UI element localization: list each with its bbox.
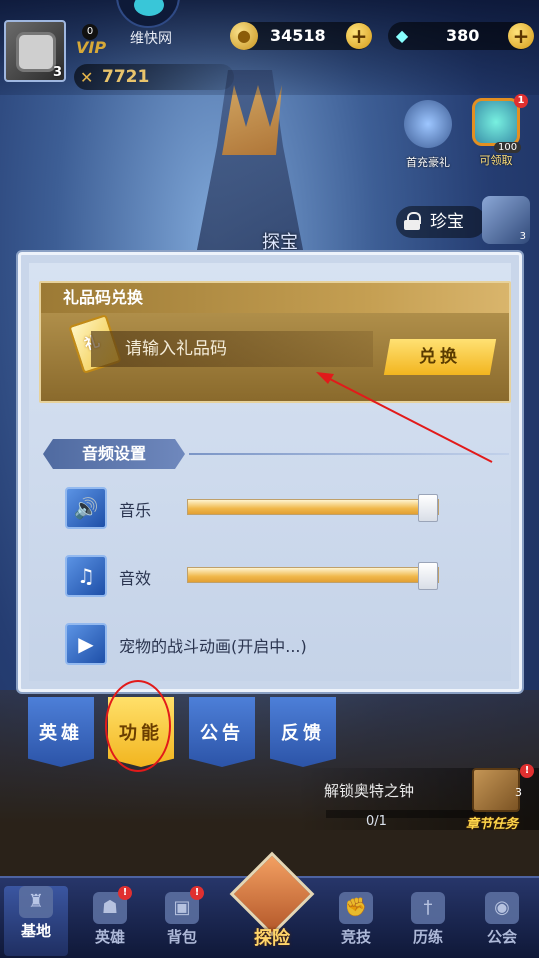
sword-icon: †	[411, 892, 445, 924]
notification-badge: !	[190, 886, 204, 900]
add-gold-button[interactable]: +	[346, 23, 372, 49]
add-gems-button[interactable]: +	[508, 23, 534, 49]
notification-badge: !	[118, 886, 132, 900]
chapter-task[interactable]: 解锁奥特之钟 0/1 3 章节任务 !	[296, 764, 539, 832]
top-bar: 3 0 VIP 维快网 ✕ 7721 ● 34518 + ◆ 380 +	[0, 0, 539, 95]
fist-icon: ✊	[339, 892, 373, 924]
tab-hero[interactable]: 英雄	[28, 697, 94, 767]
gift-code-input[interactable]: 请输入礼品码	[91, 331, 373, 367]
speaker-icon[interactable]: 🔊	[65, 487, 107, 529]
nav-bag-label: 背包	[166, 928, 197, 946]
tab-feedback[interactable]: 反馈	[270, 697, 336, 767]
gift-code-title: 礼品码兑换	[41, 283, 509, 313]
gold-coin-icon: ●	[230, 22, 258, 50]
combat-power: ✕ 7721	[74, 64, 234, 90]
nav-arena[interactable]: ✊ 竞技	[324, 892, 388, 956]
nav-explore-label: 探险	[254, 928, 290, 949]
nav-arena-label: 竞技	[340, 928, 371, 946]
chapter-progress: 0/1	[366, 814, 387, 829]
play-icon[interactable]: ▶	[65, 623, 107, 665]
game-logo	[116, 0, 180, 28]
guild-emblem-icon: ◉	[485, 892, 519, 924]
music-note-icon[interactable]: ♫	[65, 555, 107, 597]
crossed-swords-icon: ✕	[80, 68, 94, 87]
gem-amount: 380	[446, 26, 480, 45]
nav-base[interactable]: ♜ 基地	[4, 886, 68, 956]
treasure-label: 珍宝	[430, 212, 464, 232]
section-divider	[189, 453, 509, 455]
gem-currency: ◆ 380 +	[388, 22, 534, 50]
chapter-task-button[interactable]: 3 章节任务	[466, 768, 528, 832]
redeem-button[interactable]: 兑换	[383, 339, 497, 375]
explore-area-label: 探宝	[262, 232, 298, 253]
first-charge-label: 首充豪礼	[406, 156, 450, 169]
pet-animation-setting: ▶ 宠物的战斗动画(开启中...)	[65, 623, 505, 667]
player-avatar[interactable]: 3	[4, 20, 66, 82]
nav-explore[interactable]: 探险	[222, 851, 322, 958]
music-slider-handle[interactable]	[418, 494, 438, 522]
vip-badge[interactable]: 0 VIP	[74, 24, 107, 57]
nav-training[interactable]: † 历练	[396, 892, 460, 956]
gold-currency: ● 34518 +	[230, 22, 372, 50]
chapter-task-label: 章节任务	[466, 817, 519, 832]
music-setting: 🔊 音乐	[65, 487, 505, 531]
robot-avatar-icon	[16, 32, 56, 72]
combat-power-value: 7721	[102, 67, 150, 87]
player-level: 3	[52, 65, 62, 80]
player-nickname: 维快网	[130, 31, 172, 47]
chapter-task-title: 解锁奥特之钟	[324, 782, 415, 800]
audio-settings-header: 音频设置	[43, 439, 185, 469]
treasure-count: 3	[519, 231, 526, 242]
castle-icon: ♜	[19, 886, 53, 918]
nav-bag[interactable]: ▣ ! 背包	[150, 886, 214, 956]
vip-label: VIP	[76, 38, 107, 57]
sfx-label: 音效	[119, 569, 152, 588]
nav-base-label: 基地	[20, 922, 51, 940]
nav-guild-label: 公会	[486, 928, 517, 946]
settings-dialog: 礼品码兑换 礼 请输入礼品码 兑换 音频设置 🔊 音乐 ♫ 音效 ▶ 宠物的战斗…	[18, 252, 522, 692]
redeem-label: 兑换	[419, 347, 461, 367]
treasure-chest-icon[interactable]: 3	[482, 196, 530, 244]
treasure-button[interactable]: 珍宝	[396, 206, 486, 238]
music-label: 音乐	[119, 501, 152, 520]
tab-notice[interactable]: 公告	[189, 697, 255, 767]
book-icon	[472, 768, 520, 812]
sfx-slider-handle[interactable]	[418, 562, 438, 590]
first-charge-icon	[404, 100, 452, 148]
sfx-setting: ♫ 音效	[65, 555, 505, 599]
first-charge-button[interactable]: 首充豪礼	[398, 100, 458, 170]
nav-training-label: 历练	[412, 928, 443, 946]
nav-guild[interactable]: ◉ 公会	[470, 892, 534, 956]
music-volume-slider[interactable]	[187, 494, 439, 522]
annotation-circle	[105, 680, 171, 772]
gift-code-panel: 礼品码兑换 礼 请输入礼品码 兑换	[39, 281, 511, 403]
nav-hero[interactable]: ☗ ! 英雄	[78, 886, 142, 956]
chapter-progress-bar	[326, 810, 486, 818]
chapter-count: 3	[515, 786, 522, 799]
notification-badge: 1	[514, 94, 528, 108]
gold-amount: 34518	[270, 26, 326, 45]
nav-hero-label: 英雄	[94, 928, 125, 946]
sfx-volume-slider[interactable]	[187, 562, 439, 590]
gem-reward-icon	[472, 98, 520, 146]
claimable-label: 可领取	[479, 154, 513, 167]
diamond-icon: ◆	[395, 26, 409, 45]
pet-animation-label: 宠物的战斗动画(开启中...)	[119, 637, 307, 656]
notification-badge: !	[520, 764, 534, 778]
lock-icon	[404, 212, 421, 230]
claimable-reward-button[interactable]: 100 1 可领取	[466, 94, 528, 168]
dialog-body: 礼品码兑换 礼 请输入礼品码 兑换 音频设置 🔊 音乐 ♫ 音效 ▶ 宠物的战斗…	[29, 263, 511, 681]
